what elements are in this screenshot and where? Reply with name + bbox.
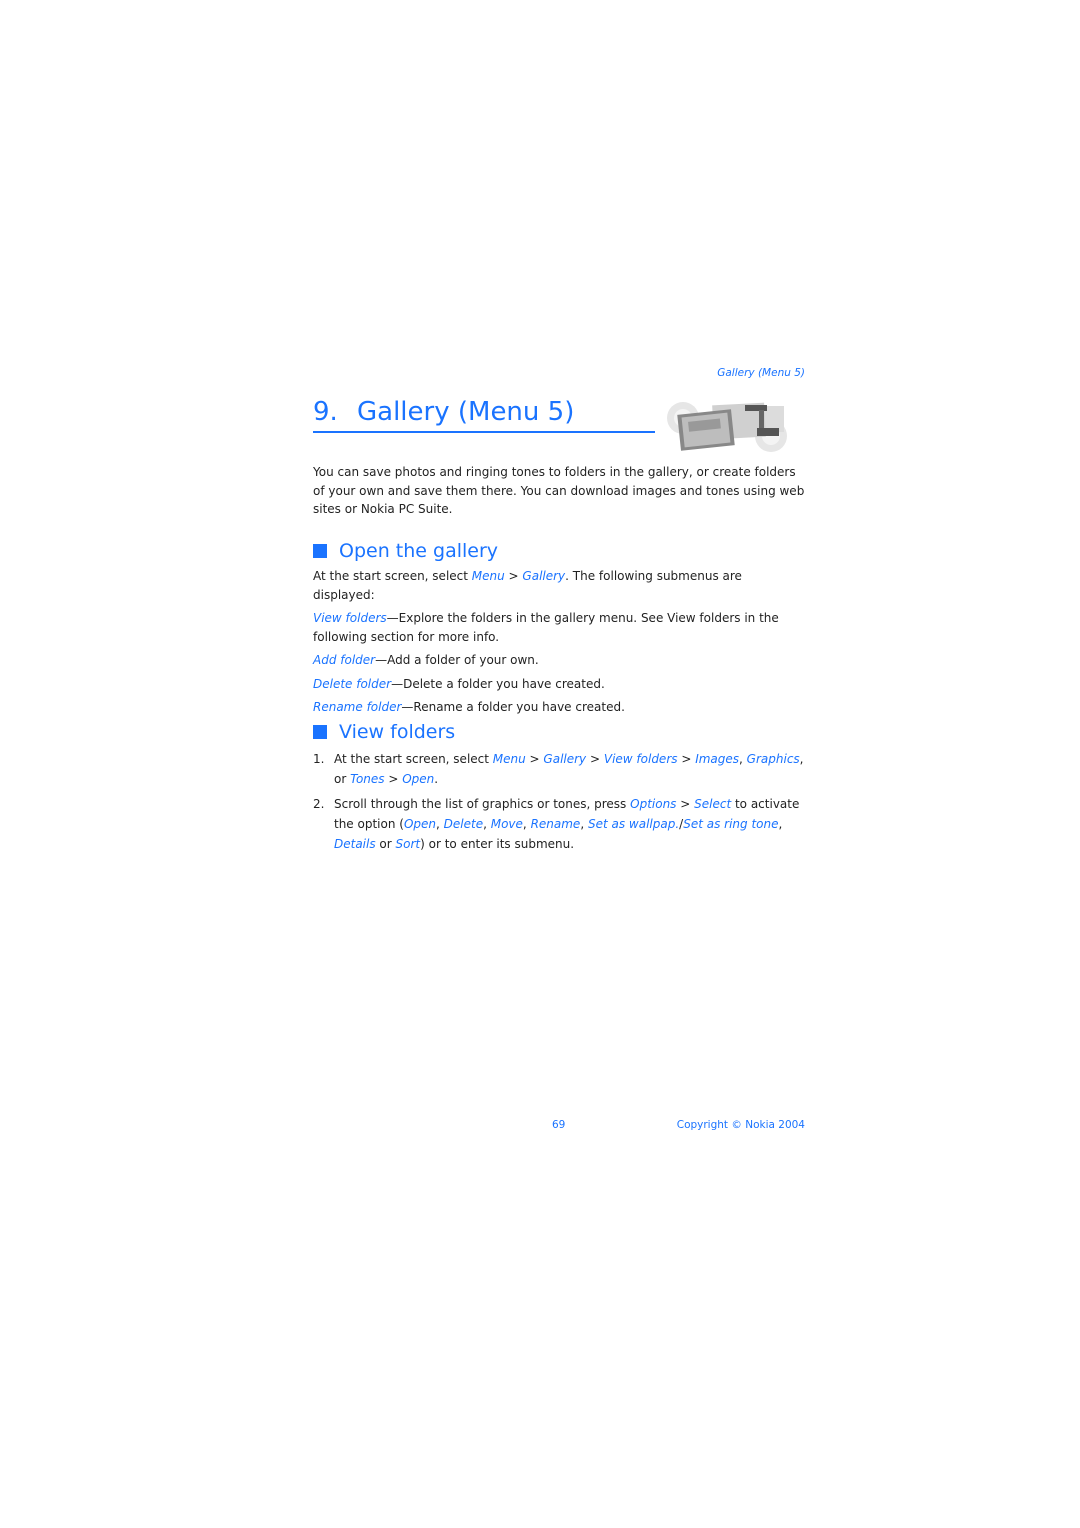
rename-link[interactable]: Rename — [531, 817, 581, 831]
lead-paragraph: At the start screen, select Menu > Galle… — [313, 567, 805, 604]
images-link[interactable]: Images — [695, 752, 739, 766]
text: Scroll through the list of graphics or t… — [334, 797, 631, 811]
page-number: 69 — [552, 1119, 566, 1131]
chapter-number: 9. — [313, 397, 338, 427]
steps-list: 1. At the start screen, select Menu > Gal… — [313, 749, 805, 854]
separator: > — [504, 569, 523, 583]
separator: , — [483, 817, 491, 831]
list-item: Add folder—Add a folder of your own. — [313, 651, 805, 670]
open-link[interactable]: Open — [402, 772, 434, 786]
step-item: 2. Scroll through the list of graphics or… — [313, 794, 805, 854]
square-bullet-icon — [313, 544, 327, 558]
chapter-rule — [313, 431, 655, 433]
chapter-heading: 9. Gallery (Menu 5) — [313, 396, 655, 433]
running-header: Gallery (Menu 5) — [717, 367, 805, 379]
move-link[interactable]: Move — [491, 817, 523, 831]
step-number: 2. — [313, 797, 325, 811]
sort-link[interactable]: Sort — [396, 837, 421, 851]
options-link[interactable]: Options — [630, 797, 676, 811]
gallery-link[interactable]: Gallery — [522, 569, 565, 583]
intro-paragraph: You can save photos and ringing tones to… — [313, 465, 805, 516]
section-heading-text: Open the gallery — [339, 540, 499, 562]
menu-link[interactable]: Menu — [472, 569, 505, 583]
square-bullet-icon — [313, 725, 327, 739]
delete-folder-link[interactable]: Delete folder — [313, 677, 391, 691]
item-desc: —Delete a folder you have created. — [391, 676, 605, 691]
item-desc: —Add a folder of your own. — [375, 653, 539, 667]
chapter-title-text: Gallery (Menu 5) — [357, 397, 575, 427]
step-number: 1. — [313, 752, 325, 766]
details-link[interactable]: Details — [334, 837, 376, 851]
separator: > — [677, 752, 696, 766]
step-item: 1. At the start screen, select Menu > Gal… — [313, 749, 805, 789]
section-heading-text: View folders — [339, 721, 456, 743]
gallery-link[interactable]: Gallery — [543, 752, 586, 766]
text: . — [434, 772, 439, 786]
separator: or — [375, 837, 396, 851]
add-folder-link[interactable]: Add folder — [313, 653, 375, 667]
tones-link[interactable]: Tones — [350, 772, 384, 786]
section-open-gallery: Open the gallery At the start screen, se… — [313, 539, 805, 717]
gallery-photos-icon — [667, 402, 787, 452]
copyright: Copyright © Nokia 2004 — [676, 1119, 805, 1131]
chapter-title: 9. Gallery (Menu 5) — [313, 396, 655, 428]
list-item: Rename folder—Rename a folder you have c… — [313, 698, 805, 717]
open-link[interactable]: Open — [404, 817, 436, 831]
separator: , — [436, 817, 444, 831]
view-folders-link[interactable]: View folders — [604, 752, 678, 766]
graphics-link[interactable]: Graphics — [747, 752, 800, 766]
separator: > — [525, 752, 544, 766]
text: ) or to enter its submenu. — [420, 837, 575, 851]
separator: , — [522, 817, 531, 831]
rename-folder-link[interactable]: Rename folder — [313, 700, 401, 714]
list-item: Delete folder—Delete a folder you have c… — [313, 675, 805, 694]
text: At the start screen, select — [313, 569, 472, 583]
list-item: View folders—Explore the folders in the … — [313, 609, 805, 646]
select-link[interactable]: Select — [694, 797, 731, 811]
separator: > — [384, 772, 403, 786]
separator: > — [676, 797, 695, 811]
delete-link[interactable]: Delete — [444, 817, 483, 831]
separator: > — [586, 752, 604, 766]
item-desc: —Rename a folder you have created. — [401, 700, 625, 714]
set-as-ring-tone-link[interactable]: Set as ring tone — [683, 817, 778, 831]
menu-link[interactable]: Menu — [493, 752, 526, 766]
section-view-folders: View folders 1. At the start screen, sele… — [313, 720, 805, 859]
separator: , — [580, 817, 588, 831]
separator: , — [739, 752, 747, 766]
view-folders-link[interactable]: View folders — [313, 611, 387, 625]
separator: , — [778, 817, 783, 831]
text: At the start screen, select — [334, 752, 493, 766]
set-as-wallpaper-link[interactable]: Set as wallpap. — [588, 817, 679, 831]
section-heading: View folders — [313, 720, 805, 744]
section-heading: Open the gallery — [313, 539, 805, 563]
